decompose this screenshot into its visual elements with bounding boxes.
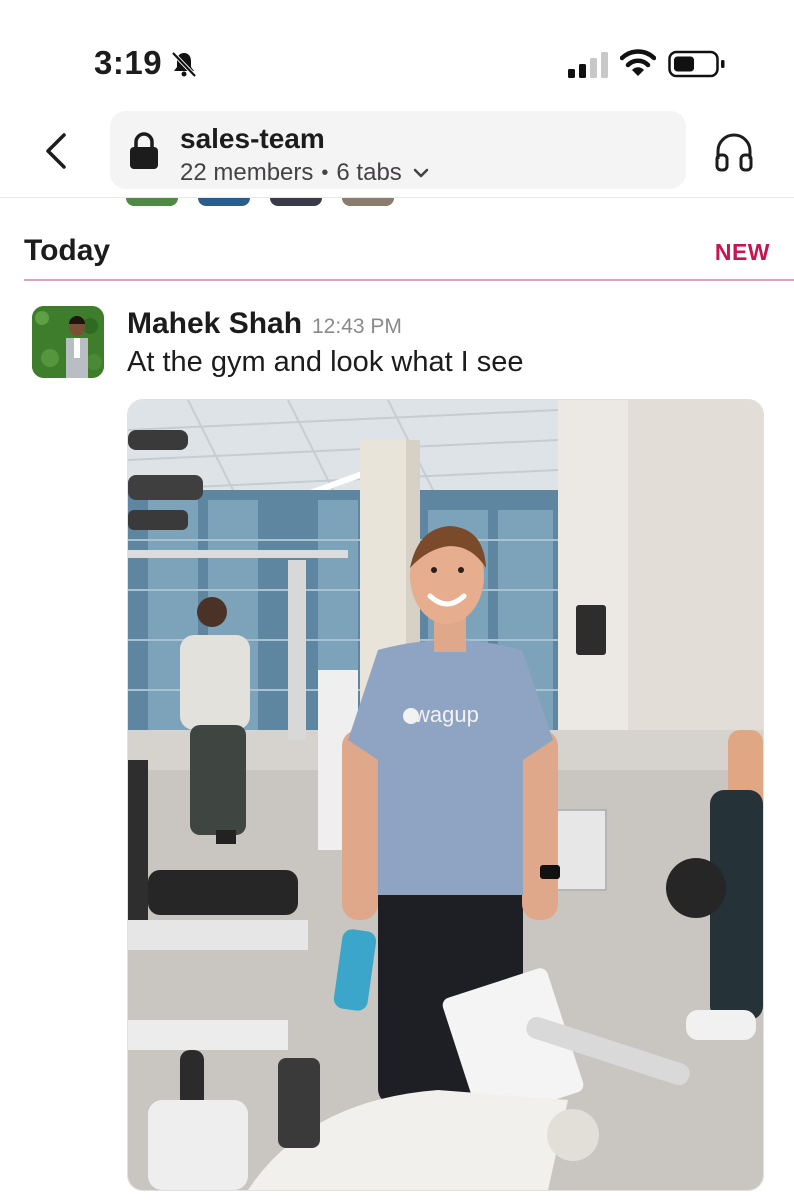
channel-info-button[interactable]: sales-team 22 members • 6 tabs [110, 111, 686, 189]
headphones-icon[interactable] [712, 129, 756, 173]
member-count: 22 members [180, 159, 314, 186]
signal-icon [568, 52, 608, 78]
status-time: 3:19 [94, 44, 163, 81]
avatar-image [32, 306, 104, 378]
member-avatar [270, 198, 322, 206]
new-messages-divider [24, 279, 794, 281]
gym-photo: swagup [128, 400, 763, 1190]
message-timestamp: 12:43 PM [312, 315, 402, 338]
status-bar: 3:19 [0, 0, 794, 110]
channel-header: sales-team 22 members • 6 tabs [0, 105, 794, 197]
channel-name: sales-team [180, 123, 325, 154]
sender-name[interactable]: Mahek Shah [127, 307, 302, 341]
wifi-icon [620, 49, 656, 76]
member-avatar [198, 198, 250, 206]
message-text: At the gym and look what I see [127, 346, 524, 378]
new-messages-label: NEW [714, 239, 770, 265]
lock-icon [130, 132, 158, 169]
avatar[interactable] [32, 306, 104, 378]
header-divider [0, 197, 794, 198]
mute-icon [171, 51, 197, 78]
channel-meta: 22 members • 6 tabs [180, 159, 430, 187]
battery-icon [668, 50, 725, 78]
member-avatar [342, 198, 394, 206]
chevron-down-icon [413, 168, 429, 178]
member-avatars-strip [126, 198, 394, 208]
member-avatar [126, 198, 178, 206]
meta-separator: • [321, 161, 329, 184]
tab-count: 6 tabs [336, 159, 402, 186]
image-attachment[interactable]: swagup [127, 399, 764, 1191]
back-icon[interactable] [40, 131, 72, 171]
day-divider-label: Today [24, 234, 111, 267]
